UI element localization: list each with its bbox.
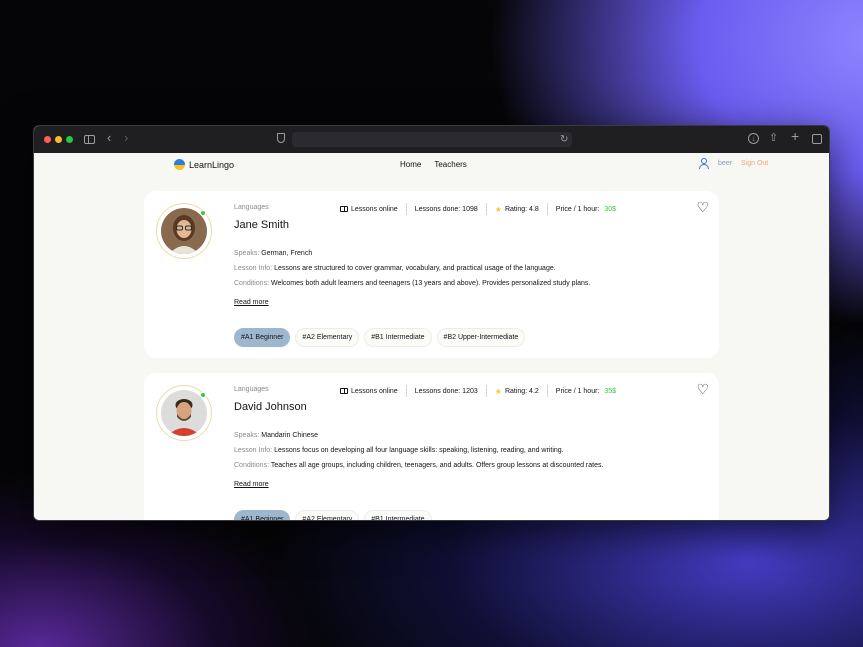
teacher-name: Jane Smith [234, 219, 290, 231]
rating-stat: ★ Rating: 4.8 [487, 203, 548, 215]
online-status-indicator [200, 392, 206, 398]
star-icon: ★ [494, 386, 502, 396]
download-icon[interactable]: ↓ [748, 133, 759, 144]
speaks-value: Mandarin Chinese [261, 432, 319, 439]
close-window-button[interactable] [44, 136, 51, 143]
speaks-row: Speaks: German, French [234, 250, 312, 257]
level-tag[interactable]: #B1 Intermediate [364, 328, 432, 347]
book-icon [340, 388, 348, 394]
ukraine-flag-icon [174, 159, 185, 170]
back-arrow-icon[interactable]: ‹ [107, 131, 111, 144]
sidebar-toggle-icon[interactable] [84, 135, 95, 144]
level-tags: #A1 Beginner #A2 Elementary #B1 Intermed… [234, 510, 432, 520]
lesson-info-row: Lesson Info: Lessons focus on developing… [234, 447, 564, 454]
price-label: Price / 1 hour: [555, 205, 602, 213]
level-tags: #A1 Beginner #A2 Elementary #B1 Intermed… [234, 328, 526, 347]
rating-text: Rating: 4.2 [504, 387, 539, 395]
languages-label: Languages [234, 204, 269, 211]
price-value: 30$ [604, 205, 617, 213]
teacher-card: Languages David Johnson Lessons online L… [144, 373, 719, 520]
reload-icon[interactable]: ↻ [560, 134, 568, 145]
teacher-name: David Johnson [234, 401, 307, 413]
level-tag[interactable]: #A2 Elementary [295, 510, 360, 520]
lessons-online-stat: Lessons online [340, 203, 407, 215]
avatar-ring [156, 385, 212, 441]
lesson-info-key: Lesson Info: [234, 447, 273, 454]
user-name: beer [718, 160, 733, 167]
lessons-online-text: Lessons online [351, 205, 398, 213]
price-stat: Price / 1 hour: 35$ [548, 385, 624, 397]
conditions-row: Conditions: Welcomes both adult learners… [234, 280, 590, 287]
conditions-key: Conditions: [234, 280, 270, 287]
read-more-link[interactable]: Read more [234, 299, 269, 306]
address-bar[interactable] [292, 132, 572, 147]
level-tag[interactable]: #A1 Beginner [234, 328, 291, 347]
level-tag[interactable]: #A1 Beginner [234, 510, 291, 520]
speaks-key: Speaks: [234, 432, 260, 439]
lessons-online-text: Lessons online [351, 387, 398, 395]
new-tab-icon[interactable]: + [791, 129, 799, 143]
nav-link-teachers[interactable]: Teachers [434, 160, 466, 169]
teacher-stats: Lessons online Lessons done: 1203 ★ Rati… [340, 385, 624, 397]
share-icon[interactable]: ⇧ [769, 133, 778, 144]
browser-titlebar: ‹ › ↻ ↓ ⇧ + [34, 126, 829, 153]
maximize-window-button[interactable] [66, 136, 73, 143]
lesson-info-value: Lessons are structured to cover grammar,… [274, 265, 556, 272]
conditions-row: Conditions: Teaches all age groups, incl… [234, 462, 603, 469]
favorite-heart-icon[interactable]: ♡ [696, 382, 709, 396]
privacy-shield-icon[interactable] [277, 133, 285, 143]
teacher-card: Languages Jane Smith Lessons online Less… [144, 191, 719, 358]
top-navigation: LearnLingo Home Teachers beer Sign Out [34, 153, 829, 178]
lesson-info-row: Lesson Info: Lessons are structured to c… [234, 265, 556, 272]
logo-text: LearnLingo [189, 159, 235, 170]
speaks-value: German, French [261, 250, 313, 257]
lessons-online-stat: Lessons online [340, 385, 407, 397]
price-label: Price / 1 hour: [555, 387, 602, 395]
read-more-link[interactable]: Read more [234, 481, 269, 488]
price-stat: Price / 1 hour: 30$ [548, 203, 624, 215]
star-icon: ★ [494, 204, 502, 214]
online-status-indicator [200, 210, 206, 216]
speaks-key: Speaks: [234, 250, 260, 257]
rating-text: Rating: 4.8 [504, 205, 539, 213]
level-tag[interactable]: #A2 Elementary [295, 328, 360, 347]
browser-window: ‹ › ↻ ↓ ⇧ + LearnLingo Home Teachers bee… [33, 125, 830, 521]
nav-link-home[interactable]: Home [400, 160, 421, 169]
tab-overview-icon[interactable] [812, 134, 822, 144]
avatar-ring [156, 203, 212, 259]
minimize-window-button[interactable] [55, 136, 62, 143]
lessons-done-stat: Lessons done: 1203 [407, 385, 487, 397]
conditions-value: Teaches all age groups, including childr… [270, 462, 604, 469]
speaks-row: Speaks: Mandarin Chinese [234, 432, 318, 439]
user-area: beer Sign Out [698, 157, 768, 170]
logo[interactable]: LearnLingo [174, 159, 234, 170]
user-icon[interactable] [698, 157, 709, 170]
teacher-stats: Lessons online Lessons done: 1098 ★ Rati… [340, 203, 624, 215]
lesson-info-key: Lesson Info: [234, 265, 273, 272]
level-tag[interactable]: #B2 Upper-Intermediate [436, 328, 526, 347]
nav-links: Home Teachers [400, 160, 467, 169]
lesson-info-value: Lessons focus on developing all four lan… [274, 447, 564, 454]
conditions-key: Conditions: [234, 462, 270, 469]
forward-arrow-icon[interactable]: › [124, 131, 128, 144]
lessons-done-stat: Lessons done: 1098 [407, 203, 487, 215]
page-viewport: LearnLingo Home Teachers beer Sign Out L… [34, 153, 829, 520]
level-tag[interactable]: #B1 Intermediate [364, 510, 432, 520]
book-icon [340, 206, 348, 212]
rating-stat: ★ Rating: 4.2 [487, 385, 548, 397]
languages-label: Languages [234, 386, 269, 393]
conditions-value: Welcomes both adult learners and teenage… [270, 280, 591, 287]
favorite-heart-icon[interactable]: ♡ [696, 200, 709, 214]
price-value: 35$ [604, 387, 617, 395]
sign-out-button[interactable]: Sign Out [741, 160, 768, 167]
